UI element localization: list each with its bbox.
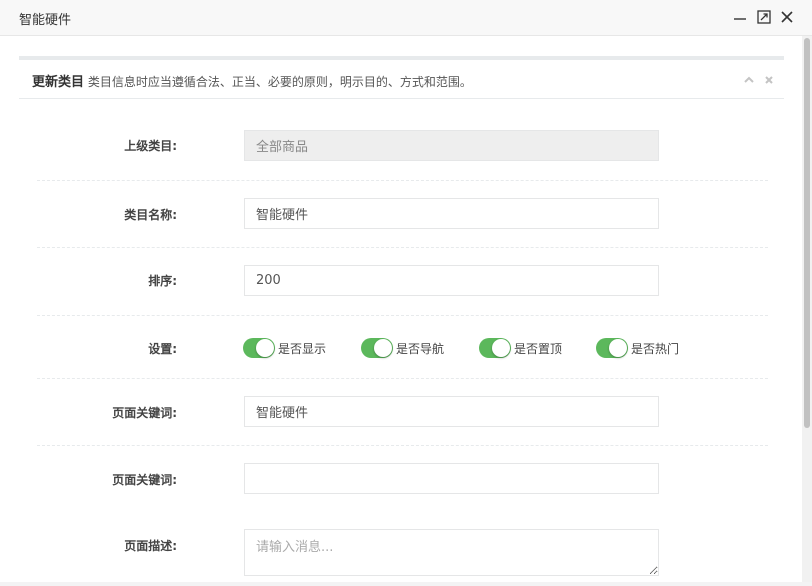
panel-description: 类目信息时应当遵循合法、正当、必要的原则，明示目的、方式和范围。 [87,75,472,89]
switch-track [243,338,275,358]
switch-knob [256,339,274,357]
settings-switch-group: 是否显示 是否导航 是否置顶 是否热门 [243,338,723,360]
switch-track [596,338,628,358]
window-title: 智能硬件 [19,13,72,28]
update-category-panel: 更新类目 类目信息时应当遵循合法、正当、必要的原则，明示目的、方式和范围。 上级… [19,56,784,582]
page-keywords-input[interactable] [244,396,659,427]
page-description-label: 页面描述: [124,539,177,553]
row-page-keywords: 页面关键词: [37,378,768,446]
maximize-icon[interactable] [755,8,773,26]
window-titlebar: 智能硬件 [0,0,812,36]
settings-label: 设置: [148,342,177,356]
panel-title: 更新类目 [32,75,85,90]
switch-hot-label: 是否热门 [631,341,680,356]
switch-nav[interactable]: 是否导航 [361,338,444,358]
page-keywords-2-input[interactable] [244,463,659,494]
scrollbar-thumb[interactable] [804,38,810,428]
close-icon[interactable] [778,8,796,26]
page-keywords-label: 页面关键词: [112,406,177,420]
minimize-icon[interactable] [731,8,749,26]
parent-category-input[interactable] [244,130,659,161]
row-page-keywords-2: 页面关键词: [37,445,768,512]
switch-top[interactable]: 是否置顶 [479,338,562,358]
page-keywords-2-label: 页面关键词: [112,473,177,487]
row-parent-category: 上级类目: [37,99,768,181]
panel-close-icon[interactable] [763,74,775,90]
panel-heading: 更新类目 类目信息时应当遵循合法、正当、必要的原则，明示目的、方式和范围。 [32,71,472,90]
panel-header: 更新类目 类目信息时应当遵循合法、正当、必要的原则，明示目的、方式和范围。 [19,60,784,99]
switch-knob [609,339,627,357]
switch-knob [374,339,392,357]
switch-track [361,338,393,358]
row-settings: 设置: 是否显示 是否导航 是否置顶 是否热门 [37,315,768,379]
switch-show-label: 是否显示 [278,341,327,356]
chevron-up-icon[interactable] [743,74,755,90]
switch-track [479,338,511,358]
switch-show[interactable]: 是否显示 [243,338,326,358]
parent-category-label: 上级类目: [124,139,177,153]
row-category-name: 类目名称: [37,180,768,248]
page-description-textarea[interactable] [244,529,659,576]
sort-order-input[interactable] [244,265,659,296]
switch-knob [492,339,510,357]
category-name-label: 类目名称: [124,208,177,222]
category-name-input[interactable] [244,198,659,229]
row-sort-order: 排序: [37,247,768,316]
switch-nav-label: 是否导航 [396,341,445,356]
sort-order-label: 排序: [148,274,177,288]
switch-top-label: 是否置顶 [514,341,563,356]
row-page-description: 页面描述: [37,512,768,586]
switch-hot[interactable]: 是否热门 [596,338,679,358]
